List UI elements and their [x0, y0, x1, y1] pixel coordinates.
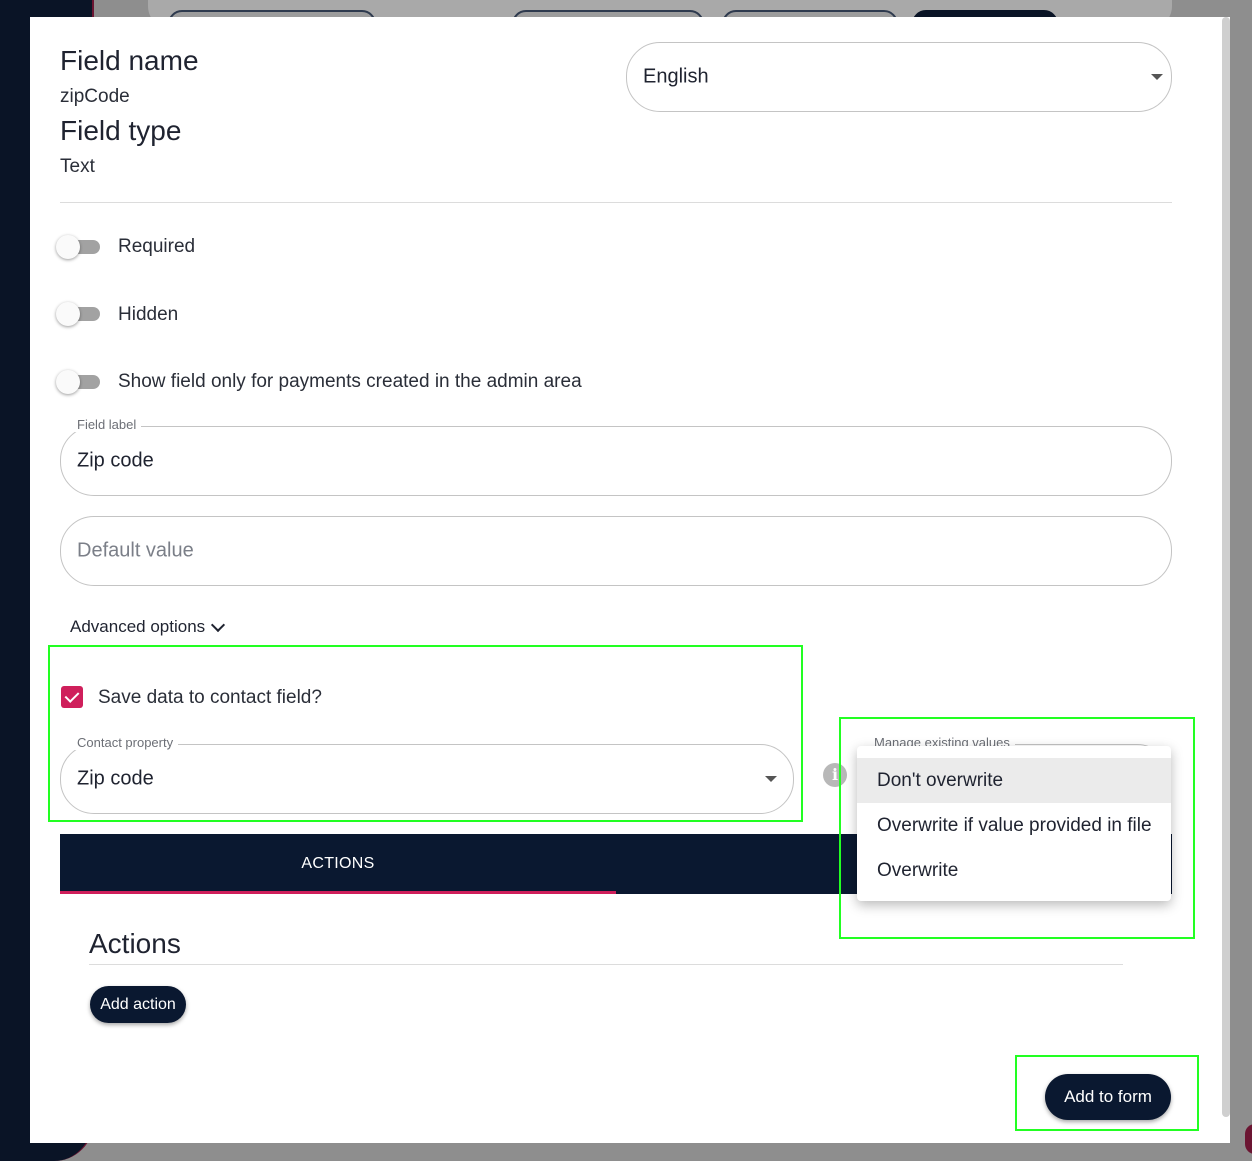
add-action-button[interactable]: Add action	[90, 986, 186, 1023]
toggle-knob	[56, 235, 80, 259]
default-value-input-wrapper	[60, 516, 1172, 586]
add-to-form-button[interactable]: Add to form	[1045, 1074, 1171, 1120]
contact-property-legend: Contact property	[72, 735, 179, 750]
contact-property-value: Zip code	[77, 767, 154, 790]
actions-divider	[89, 964, 1123, 965]
field-label-input[interactable]	[77, 449, 1155, 473]
modal-scrollbar[interactable]	[1222, 17, 1230, 1117]
admin-only-toggle[interactable]	[56, 370, 100, 394]
active-tab-indicator	[60, 891, 616, 894]
default-value-input[interactable]	[77, 539, 1155, 563]
tab-actions[interactable]: Actions	[60, 834, 616, 894]
required-label: Required	[118, 236, 196, 257]
toggle-knob	[56, 370, 80, 394]
contact-property-select[interactable]: Zip code	[60, 744, 794, 814]
menu-option-overwrite[interactable]: Overwrite	[857, 848, 1171, 893]
section-divider	[60, 202, 1172, 203]
save-contact-checkbox[interactable]	[61, 686, 83, 708]
menu-option-overwrite-if-provided[interactable]: Overwrite if value provided in file	[857, 803, 1171, 848]
toggle-knob	[56, 302, 80, 326]
hidden-label: Hidden	[118, 304, 179, 325]
advanced-options-toggle[interactable]: Advanced options	[70, 617, 226, 637]
actions-section-title: Actions	[89, 928, 181, 959]
required-toggle[interactable]	[56, 235, 100, 259]
field-label-input-wrapper	[60, 426, 1172, 496]
field-type-title: Field type	[60, 115, 182, 146]
hidden-toggle[interactable]	[56, 302, 100, 326]
manage-existing-menu: Don't overwrite Overwrite if value provi…	[857, 746, 1171, 901]
field-type-value: Text	[60, 156, 95, 177]
chevron-down-icon	[765, 776, 777, 782]
language-select[interactable]: English	[626, 42, 1172, 112]
language-select-value: English	[643, 65, 709, 88]
save-contact-label: Save data to contact field?	[98, 687, 322, 708]
field-settings-modal: Field name zipCode Field type Text Engli…	[30, 17, 1230, 1143]
background-accent-dot	[1245, 1124, 1252, 1154]
field-name-value: zipCode	[60, 86, 130, 107]
info-icon[interactable]: i	[823, 763, 847, 787]
advanced-options-label: Advanced options	[70, 617, 206, 636]
field-name-title: Field name	[60, 45, 199, 76]
chevron-down-icon	[1151, 74, 1163, 80]
chevron-down-icon	[211, 617, 226, 633]
menu-option-dont-overwrite[interactable]: Don't overwrite	[857, 758, 1171, 803]
field-label-legend: Field label	[72, 417, 142, 432]
admin-only-label: Show field only for payments created in …	[118, 371, 582, 392]
